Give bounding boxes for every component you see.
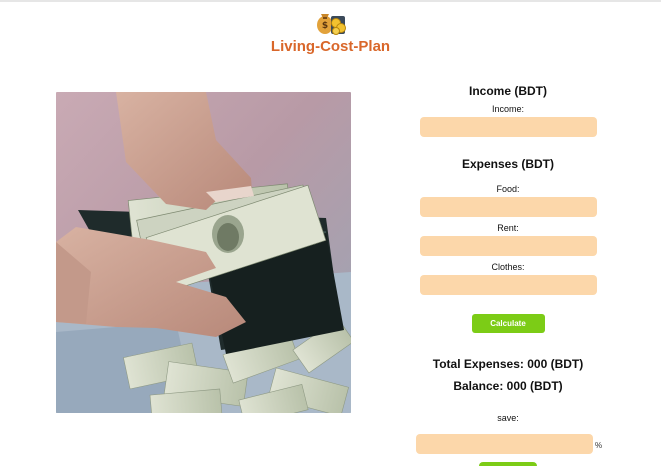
expenses-heading: Expenses (BDT)	[461, 157, 555, 171]
percent-sign: %	[595, 441, 603, 450]
svg-text:$: $	[321, 21, 327, 31]
income-input[interactable]	[420, 117, 597, 137]
rent-label: Rent:	[497, 223, 519, 233]
app-title: Living-Cost-Plan	[270, 38, 391, 55]
total-expenses-text: Total Expenses: 000 (BDT)	[432, 357, 584, 371]
save-button[interactable]	[479, 462, 537, 466]
food-label: Food:	[496, 184, 520, 194]
top-border	[0, 0, 661, 2]
money-bag-coins-icon: $	[316, 14, 346, 35]
calculate-button[interactable]: Calculate	[471, 314, 545, 333]
cost-form: Income (BDT) Income: Expenses (BDT) Food…	[410, 80, 606, 423]
food-input[interactable]	[420, 197, 597, 217]
clothes-label: Clothes:	[491, 262, 525, 272]
income-heading: Income (BDT)	[469, 84, 547, 98]
save-label: save:	[497, 413, 519, 423]
save-input[interactable]	[416, 434, 593, 454]
income-label: Income:	[491, 104, 524, 114]
app-header: $ Living-Cost-Plan	[0, 6, 661, 55]
balance-text: Balance: 000 (BDT)	[453, 379, 563, 393]
save-row: %	[416, 434, 602, 454]
clothes-input[interactable]	[420, 275, 597, 295]
wallet-photo	[56, 92, 351, 413]
rent-input[interactable]	[420, 236, 597, 256]
